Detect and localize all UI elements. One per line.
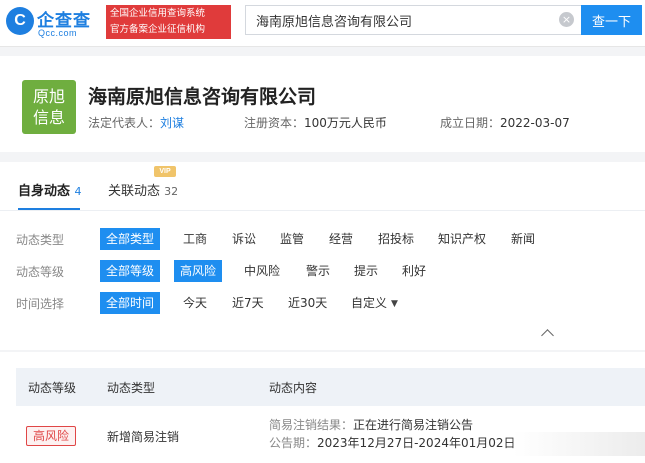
search-input[interactable]	[245, 5, 581, 35]
column-header-level: 动态等级	[28, 381, 77, 395]
avatar-line-1: 原旭	[32, 87, 65, 106]
clear-icon[interactable]: ×	[559, 12, 574, 27]
filter-chip-positive[interactable]: 利好	[396, 260, 432, 282]
risk-level-badge: 高风险	[26, 426, 77, 446]
company-card: 原旭 信息 海南原旭信息咨询有限公司 法定代表人：刘谋 注册资本：100万元人民…	[0, 56, 645, 152]
filter-chip-30-days[interactable]: 近30天	[282, 292, 333, 314]
filter-chip-bidding[interactable]: 招投标	[372, 228, 420, 250]
company-avatar: 原旭 信息	[22, 80, 76, 134]
dynamics-panel: 自身动态 4 关联动态 32 VIP 动态类型 全部类型 工商 诉讼 监管 经营…	[0, 162, 645, 350]
filter-chip-warning[interactable]: 警示	[300, 260, 336, 282]
content-label: 简易注销结果：	[269, 418, 354, 432]
tab-label: 自身动态	[18, 184, 71, 199]
column-header-content: 动态内容	[269, 381, 318, 395]
legal-rep-link[interactable]: 刘谋	[160, 116, 184, 130]
filter-row-time: 时间选择 全部时间 今天 近7天 近30天 自定义 ▼	[0, 292, 645, 314]
capital-label: 注册资本：	[244, 116, 305, 130]
search-button[interactable]: 查一下	[581, 5, 642, 35]
filter-chip-business[interactable]: 工商	[177, 228, 213, 250]
capital-value: 100万元人民币	[304, 116, 387, 130]
logo-mark-icon: C	[6, 7, 34, 35]
promo-banner: 全国企业信用查询系统 官方备案企业征信机构	[106, 5, 231, 39]
collapse-chevron-up-icon[interactable]	[541, 329, 554, 342]
founded-label: 成立日期：	[440, 116, 501, 130]
watermark-overlay	[513, 432, 645, 456]
company-name: 海南原旭信息咨询有限公司	[88, 86, 317, 108]
caret-down-icon: ▼	[391, 299, 398, 309]
filter-chip-all-time[interactable]: 全部时间	[100, 292, 161, 314]
founded-info: 成立日期：2022-03-07	[440, 114, 570, 131]
filter-chip-litigation[interactable]: 诉讼	[226, 228, 262, 250]
tab-self-dynamics[interactable]: 自身动态 4	[18, 180, 82, 199]
filter-row-type: 动态类型 全部类型 工商 诉讼 监管 经营 招投标 知识产权 新闻	[0, 228, 645, 250]
filter-label: 时间选择	[16, 297, 65, 311]
filter-chip-ip[interactable]: 知识产权	[432, 228, 492, 250]
tab-count: 32	[164, 185, 179, 198]
vip-badge: VIP	[154, 166, 176, 177]
filter-chip-notice[interactable]: 提示	[348, 260, 384, 282]
dynamic-type: 新增简易注销	[107, 430, 180, 444]
filter-row-level: 动态等级 全部等级 高风险 中风险 警示 提示 利好	[0, 260, 645, 282]
column-header-type: 动态类型	[107, 381, 156, 395]
tab-label: 关联动态	[108, 184, 161, 199]
content-line-1: 简易注销结果：正在进行简易注销公告	[269, 416, 473, 433]
filter-chip-news[interactable]: 新闻	[505, 228, 541, 250]
filter-chip-medium-risk[interactable]: 中风险	[238, 260, 286, 282]
filter-chip-today[interactable]: 今天	[177, 292, 213, 314]
table-header: 动态等级 动态类型 动态内容	[16, 368, 645, 406]
filter-label: 动态等级	[16, 265, 65, 279]
filter-chip-operations[interactable]: 经营	[323, 228, 359, 250]
filter-chip-7-days[interactable]: 近7天	[226, 292, 270, 314]
filter-chip-regulation[interactable]: 监管	[274, 228, 310, 250]
content-label: 公告期：	[269, 436, 318, 450]
content-line-2: 公告期：2023年12月27日-2024年01月02日	[269, 434, 516, 451]
custom-label: 自定义	[351, 296, 388, 310]
legal-rep-info: 法定代表人：刘谋	[88, 114, 184, 131]
content-value: 正在进行简易注销公告	[353, 418, 474, 432]
filter-chip-all-levels[interactable]: 全部等级	[100, 260, 161, 282]
content-value: 2023年12月27日-2024年01月02日	[317, 436, 516, 450]
tab-divider	[0, 210, 645, 211]
avatar-line-2: 信息	[32, 108, 65, 127]
top-bar: C 企查查 Qcc.com 全国企业信用查询系统 官方备案企业征信机构 × 查一…	[0, 0, 645, 47]
promo-line-2: 官方备案企业征信机构	[110, 24, 206, 35]
filter-chip-all-types[interactable]: 全部类型	[100, 228, 161, 250]
capital-info: 注册资本：100万元人民币	[244, 114, 387, 131]
promo-line-1: 全国企业信用查询系统	[110, 8, 206, 19]
filter-chip-high-risk[interactable]: 高风险	[174, 260, 223, 282]
tab-count: 4	[74, 185, 82, 198]
founded-value: 2022-03-07	[500, 116, 570, 130]
filter-label: 动态类型	[16, 233, 65, 247]
filter-dropdown-custom[interactable]: 自定义 ▼	[345, 292, 404, 314]
tab-related-dynamics[interactable]: 关联动态 32	[108, 180, 178, 199]
logo-domain: Qcc.com	[38, 28, 78, 38]
qcc-logo[interactable]: C 企查查 Qcc.com	[6, 5, 102, 41]
legal-rep-label: 法定代表人：	[88, 116, 161, 130]
